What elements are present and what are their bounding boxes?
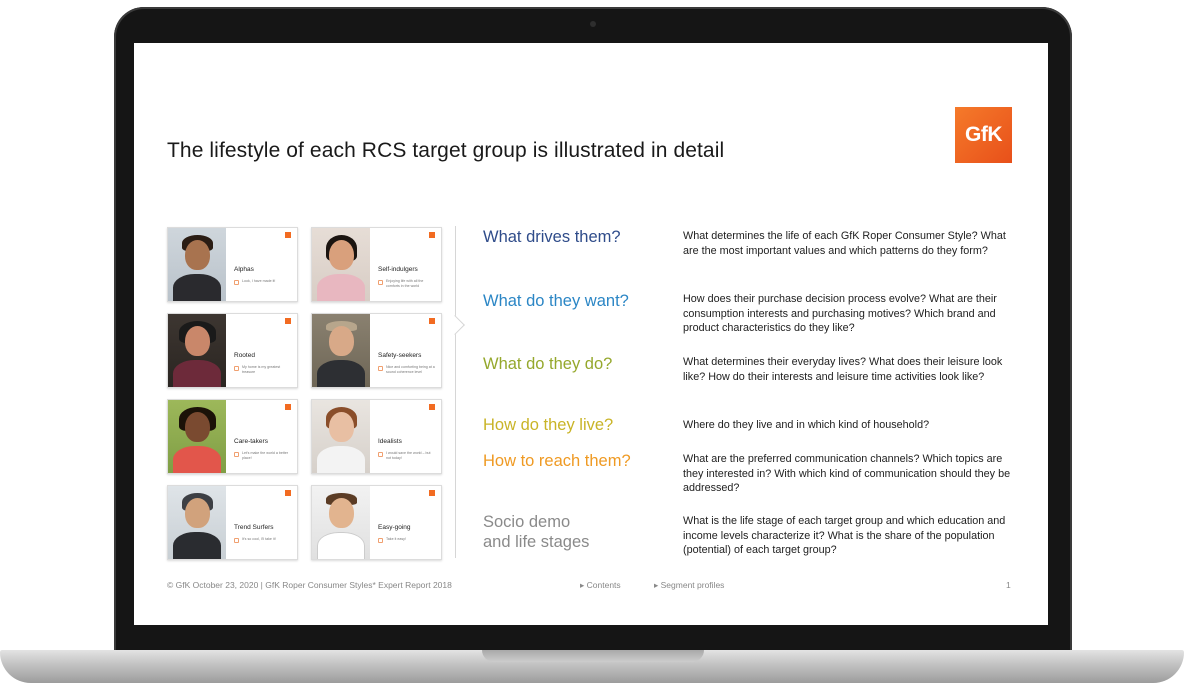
persona-card-idealists[interactable]: Idealists I would save the world – but n… bbox=[311, 399, 442, 474]
card-note: Let's make the world a better place! bbox=[242, 451, 289, 460]
question-live[interactable]: How do they live? bbox=[483, 415, 613, 435]
card-note: My home is my greatest treasure bbox=[242, 365, 281, 374]
quote-icon bbox=[234, 366, 239, 371]
laptop-opening-notch bbox=[482, 650, 704, 662]
gfk-logo: GfK bbox=[955, 107, 1012, 163]
card-note: Look, I have made it! bbox=[242, 279, 276, 283]
person-photo bbox=[168, 486, 226, 559]
persona-card-alphas[interactable]: Alphas Look, I have made it! bbox=[167, 227, 298, 302]
question-drives-desc: What determines the life of each GfK Rop… bbox=[683, 230, 1006, 257]
page-number: 1 bbox=[1006, 580, 1011, 590]
question-live-desc: Where do they live and in which kind of … bbox=[683, 419, 930, 431]
card-label: Idealists bbox=[378, 438, 402, 445]
footer-link-segments[interactable]: ▸ Segment profiles bbox=[654, 580, 724, 591]
chevron-right-icon bbox=[445, 315, 465, 335]
slide-title: The lifestyle of each RCS target group i… bbox=[167, 139, 725, 162]
quote-icon bbox=[378, 538, 383, 543]
brand-badge-icon bbox=[285, 232, 291, 238]
card-label: Alphas bbox=[234, 266, 254, 273]
webcam-icon bbox=[590, 21, 596, 27]
person-photo bbox=[312, 228, 370, 301]
person-photo bbox=[312, 314, 370, 387]
quote-icon bbox=[378, 280, 383, 285]
question-do-desc: What determines their everyday lives? Wh… bbox=[683, 356, 1003, 383]
footer-link-segments-label: Segment profiles bbox=[660, 580, 725, 590]
question-want-desc: How does their purchase decision process… bbox=[683, 293, 997, 334]
brand-badge-icon bbox=[285, 318, 291, 324]
question-reach-desc: What are the preferred communication cha… bbox=[683, 453, 1011, 494]
person-photo bbox=[168, 314, 226, 387]
question-do[interactable]: What do they do? bbox=[483, 354, 612, 374]
person-photo bbox=[312, 486, 370, 559]
quote-icon bbox=[234, 452, 239, 457]
card-note: I would save the world – but not today! bbox=[386, 451, 431, 460]
card-note: Enjoying life with all the comforts in t… bbox=[386, 279, 424, 288]
card-label: Care-takers bbox=[234, 438, 268, 445]
triangle-right-icon: ▸ bbox=[654, 580, 661, 590]
question-socio[interactable]: Socio demo and life stages bbox=[483, 512, 589, 552]
persona-card-care-takers[interactable]: Care-takers Let's make the world a bette… bbox=[167, 399, 298, 474]
person-photo bbox=[312, 400, 370, 473]
card-label: Trend Surfers bbox=[234, 524, 274, 531]
question-socio-desc: What is the life stage of each target gr… bbox=[683, 515, 1006, 556]
card-note: It's so cool, I'll take it! bbox=[242, 537, 276, 541]
card-label: Self-indulgers bbox=[378, 266, 418, 273]
brand-badge-icon bbox=[429, 232, 435, 238]
persona-card-rooted[interactable]: Rooted My home is my greatest treasure bbox=[167, 313, 298, 388]
brand-badge-icon bbox=[429, 490, 435, 496]
persona-card-easy-going[interactable]: Easy-going Take it easy! bbox=[311, 485, 442, 560]
presentation-slide: The lifestyle of each RCS target group i… bbox=[134, 43, 1048, 625]
persona-card-trend-surfers[interactable]: Trend Surfers It's so cool, I'll take it… bbox=[167, 485, 298, 560]
card-note: Nice and comforting being at a sound coh… bbox=[386, 365, 435, 374]
person-photo bbox=[168, 400, 226, 473]
quote-icon bbox=[234, 280, 239, 285]
card-label: Easy-going bbox=[378, 524, 411, 531]
quote-icon bbox=[234, 538, 239, 543]
quote-icon bbox=[378, 452, 383, 457]
card-note: Take it easy! bbox=[386, 537, 406, 541]
card-label: Safety-seekers bbox=[378, 352, 422, 359]
laptop-base bbox=[0, 650, 1184, 683]
question-reach[interactable]: How to reach them? bbox=[483, 451, 631, 471]
footer-copyright: © GfK October 23, 2020 | GfK Roper Consu… bbox=[167, 580, 452, 590]
vertical-divider bbox=[455, 226, 456, 558]
persona-card-safety-seekers[interactable]: Safety-seekers Nice and comforting being… bbox=[311, 313, 442, 388]
persona-card-self-indulgers[interactable]: Self-indulgers Enjoying life with all th… bbox=[311, 227, 442, 302]
brand-badge-icon bbox=[429, 318, 435, 324]
triangle-right-icon: ▸ bbox=[580, 580, 587, 590]
quote-icon bbox=[378, 366, 383, 371]
footer-link-contents[interactable]: ▸ Contents bbox=[580, 580, 621, 591]
question-want[interactable]: What do they want? bbox=[483, 291, 629, 311]
brand-badge-icon bbox=[285, 490, 291, 496]
person-photo bbox=[168, 228, 226, 301]
question-drives[interactable]: What drives them? bbox=[483, 227, 621, 247]
card-label: Rooted bbox=[234, 352, 255, 359]
brand-badge-icon bbox=[429, 404, 435, 410]
brand-badge-icon bbox=[285, 404, 291, 410]
footer-link-contents-label: Contents bbox=[586, 580, 621, 590]
